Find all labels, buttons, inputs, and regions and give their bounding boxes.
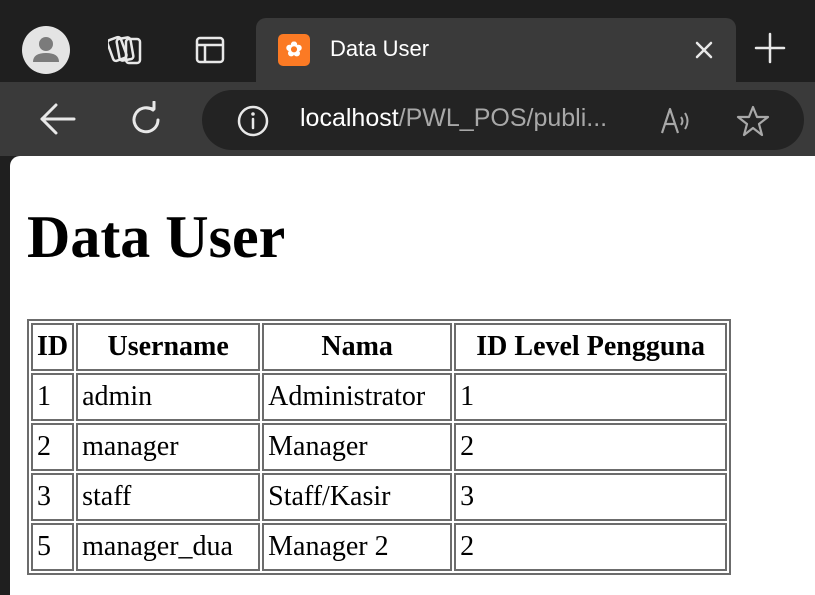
cell-nama: Administrator [262,373,453,421]
cell-nama: Staff/Kasir [262,473,453,521]
column-header-nama: Nama [262,323,453,371]
cell-username: manager [76,423,261,471]
table-row: 5 manager_dua Manager 2 2 [31,523,728,571]
address-bar[interactable]: localhost/PWL_POS/publi... [202,90,804,150]
site-info-icon[interactable] [237,105,269,137]
cell-username: staff [76,473,261,521]
tab-title: Data User [330,36,430,61]
users-table: ID Username Nama ID Level Pengguna 1 adm… [27,319,732,575]
workspaces-icon[interactable] [108,32,144,68]
column-header-username: Username [76,323,261,371]
close-tab-icon[interactable] [690,36,718,64]
back-arrow-icon[interactable] [38,101,78,137]
browser-toolbar: localhost/PWL_POS/publi... [0,82,815,156]
table-row: 3 staff Staff/Kasir 3 [31,473,728,521]
address-url[interactable]: localhost/PWL_POS/publi... [300,104,607,133]
url-path: /PWL_POS/publi... [398,104,608,132]
table-row: 1 admin Administrator 1 [31,373,728,421]
reload-icon[interactable] [127,101,165,139]
tab-strip: ✿ Data User [0,0,815,82]
cell-nama: Manager 2 [262,523,453,571]
cell-nama: Manager [262,423,453,471]
column-header-id-level: ID Level Pengguna [454,323,728,371]
cell-username: manager_dua [76,523,261,571]
cell-username: admin [76,373,261,421]
url-host: localhost [300,104,399,132]
xampp-favicon-icon: ✿ [278,34,310,66]
read-aloud-icon[interactable] [659,105,693,137]
favorite-star-icon[interactable] [736,104,770,138]
cell-id: 3 [31,473,75,521]
cell-level: 2 [454,523,728,571]
cell-id: 1 [31,373,75,421]
page-content: Data User ID Username Nama ID Level Peng… [10,156,815,595]
cell-level: 3 [454,473,728,521]
cell-level: 1 [454,373,728,421]
cell-id: 2 [31,423,75,471]
profile-avatar-icon[interactable] [22,26,70,74]
page-title: Data User [27,204,286,270]
cell-level: 2 [454,423,728,471]
tab-data-user[interactable]: ✿ Data User [256,18,736,82]
column-header-id: ID [31,323,75,371]
cell-id: 5 [31,523,75,571]
table-row: 2 manager Manager 2 [31,423,728,471]
new-tab-icon[interactable] [752,30,788,66]
table-header-row: ID Username Nama ID Level Pengguna [31,323,728,371]
tab-actions-icon[interactable] [194,34,226,66]
